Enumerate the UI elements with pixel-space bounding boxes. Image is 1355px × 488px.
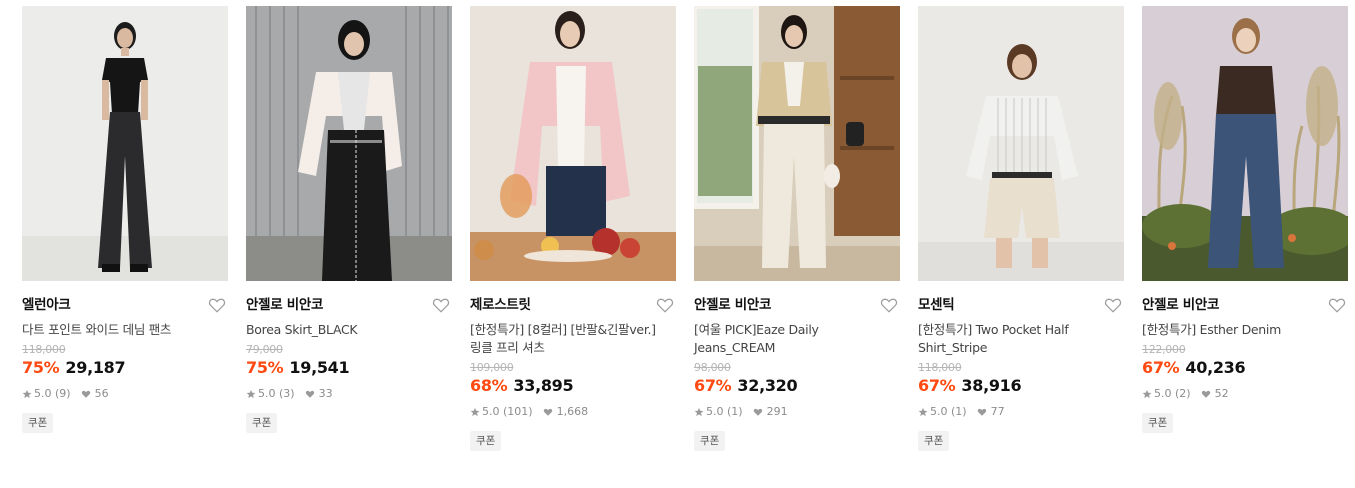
original-price: 122,000 (1142, 343, 1186, 356)
original-price: 109,000 (470, 361, 514, 374)
star-icon (918, 407, 928, 417)
price-row: 75% 29,187 (22, 357, 228, 379)
original-price: 118,000 (918, 361, 962, 374)
heart-icon[interactable] (1104, 296, 1122, 314)
heart-filled-icon (305, 390, 314, 398)
brand-row: 엘런아크 (22, 295, 228, 315)
brand-row: 모센틱 (918, 295, 1124, 315)
discount-rate: 67% (1142, 358, 1180, 377)
like-count: 56 (94, 387, 109, 400)
heart-icon[interactable] (656, 296, 674, 314)
product-image[interactable] (918, 6, 1124, 281)
product-name[interactable]: 다트 포인트 와이드 데님 팬츠 (22, 321, 222, 339)
like-count: 291 (766, 405, 788, 418)
brand-name[interactable]: 안젤로 비안코 (246, 295, 452, 315)
product-card[interactable]: 안젤로 비안코 [여울 PICK]Eaze Daily Jeans_CREAM … (694, 6, 900, 451)
brand-name[interactable]: 안젤로 비안코 (1142, 295, 1348, 315)
price-row: 67% 38,916 (918, 375, 1124, 397)
discount-rate: 67% (694, 376, 732, 395)
brand-row: 제로스트릿 (470, 295, 676, 315)
brand-row: 안젤로 비안코 (694, 295, 900, 315)
price-row: 67% 32,320 (694, 375, 900, 397)
brand-name[interactable]: 안젤로 비안코 (694, 295, 900, 315)
product-card[interactable]: 모센틱 [한정특가] Two Pocket Half Shirt_Stripe … (918, 6, 1124, 451)
product-name[interactable]: [한정특가] [8컬러] [반팔&긴팔ver.] 링클 프리 셔츠 (470, 321, 670, 357)
product-card[interactable]: 엘런아크 다트 포인트 와이드 데님 팬츠 118,000 75% 29,187 … (22, 6, 228, 433)
brand-row: 안젤로 비안코 (1142, 295, 1348, 315)
coupon-badge: 쿠폰 (694, 431, 726, 451)
product-stats: 5.0 (1) 77 (918, 405, 1124, 419)
coupon-badge: 쿠폰 (1142, 413, 1174, 433)
like-count: 77 (990, 405, 1005, 418)
product-name[interactable]: [한정특가] Two Pocket Half Shirt_Stripe (918, 321, 1118, 357)
product-stats: 5.0 (101) 1,668 (470, 405, 676, 419)
product-image[interactable] (246, 6, 452, 281)
product-grid: 엘런아크 다트 포인트 와이드 데님 팬츠 118,000 75% 29,187 … (0, 0, 1355, 488)
heart-filled-icon (753, 408, 762, 416)
star-icon (246, 389, 256, 399)
discount-rate: 68% (470, 376, 508, 395)
heart-filled-icon (1201, 390, 1210, 398)
product-stats: 5.0 (3) 33 (246, 387, 452, 401)
heart-icon[interactable] (432, 296, 450, 314)
heart-filled-icon (977, 408, 986, 416)
product-stats: 5.0 (9) 56 (22, 387, 228, 401)
sale-price: 33,895 (513, 376, 574, 395)
heart-filled-icon (543, 408, 552, 416)
star-icon (22, 389, 32, 399)
sale-price: 29,187 (65, 358, 126, 377)
coupon-badge: 쿠폰 (918, 431, 950, 451)
price-row: 68% 33,895 (470, 375, 676, 397)
discount-rate: 67% (918, 376, 956, 395)
original-price: 79,000 (246, 343, 283, 356)
brand-name[interactable]: 엘런아크 (22, 295, 228, 315)
rating-text: 5.0 (101) (482, 405, 533, 418)
discount-rate: 75% (22, 358, 60, 377)
product-stats: 5.0 (1) 291 (694, 405, 900, 419)
heart-filled-icon (81, 390, 90, 398)
product-stats: 5.0 (2) 52 (1142, 387, 1348, 401)
original-price: 118,000 (22, 343, 66, 356)
product-card[interactable]: 제로스트릿 [한정특가] [8컬러] [반팔&긴팔ver.] 링클 프리 셔츠 … (470, 6, 676, 451)
heart-icon[interactable] (880, 296, 898, 314)
product-name[interactable]: [여울 PICK]Eaze Daily Jeans_CREAM (694, 321, 894, 357)
brand-name[interactable]: 모센틱 (918, 295, 1124, 315)
coupon-badge: 쿠폰 (470, 431, 502, 451)
star-icon (1142, 389, 1152, 399)
rating-text: 5.0 (3) (258, 387, 295, 400)
sale-price: 19,541 (289, 358, 350, 377)
like-count: 52 (1214, 387, 1229, 400)
rating-text: 5.0 (9) (34, 387, 71, 400)
sale-price: 32,320 (737, 376, 798, 395)
product-name[interactable]: [한정특가] Esther Denim (1142, 321, 1342, 339)
rating-text: 5.0 (1) (706, 405, 743, 418)
sale-price: 40,236 (1185, 358, 1246, 377)
like-count: 33 (318, 387, 333, 400)
star-icon (694, 407, 704, 417)
product-card[interactable]: 안젤로 비안코 [한정특가] Esther Denim 122,000 67% 4… (1142, 6, 1348, 433)
price-row: 67% 40,236 (1142, 357, 1348, 379)
product-image[interactable] (1142, 6, 1348, 281)
product-image[interactable] (22, 6, 228, 281)
rating-text: 5.0 (1) (930, 405, 967, 418)
heart-icon[interactable] (1328, 296, 1346, 314)
brand-name[interactable]: 제로스트릿 (470, 295, 676, 315)
price-row: 75% 19,541 (246, 357, 452, 379)
original-price: 98,000 (694, 361, 731, 374)
sale-price: 38,916 (961, 376, 1022, 395)
coupon-badge: 쿠폰 (22, 413, 54, 433)
product-image[interactable] (694, 6, 900, 281)
star-icon (470, 407, 480, 417)
discount-rate: 75% (246, 358, 284, 377)
heart-icon[interactable] (208, 296, 226, 314)
coupon-badge: 쿠폰 (246, 413, 278, 433)
like-count: 1,668 (556, 405, 589, 418)
product-image[interactable] (470, 6, 676, 281)
brand-row: 안젤로 비안코 (246, 295, 452, 315)
rating-text: 5.0 (2) (1154, 387, 1191, 400)
product-name[interactable]: Borea Skirt_BLACK (246, 321, 446, 339)
product-card[interactable]: 안젤로 비안코 Borea Skirt_BLACK 79,000 75% 19,5… (246, 6, 452, 433)
